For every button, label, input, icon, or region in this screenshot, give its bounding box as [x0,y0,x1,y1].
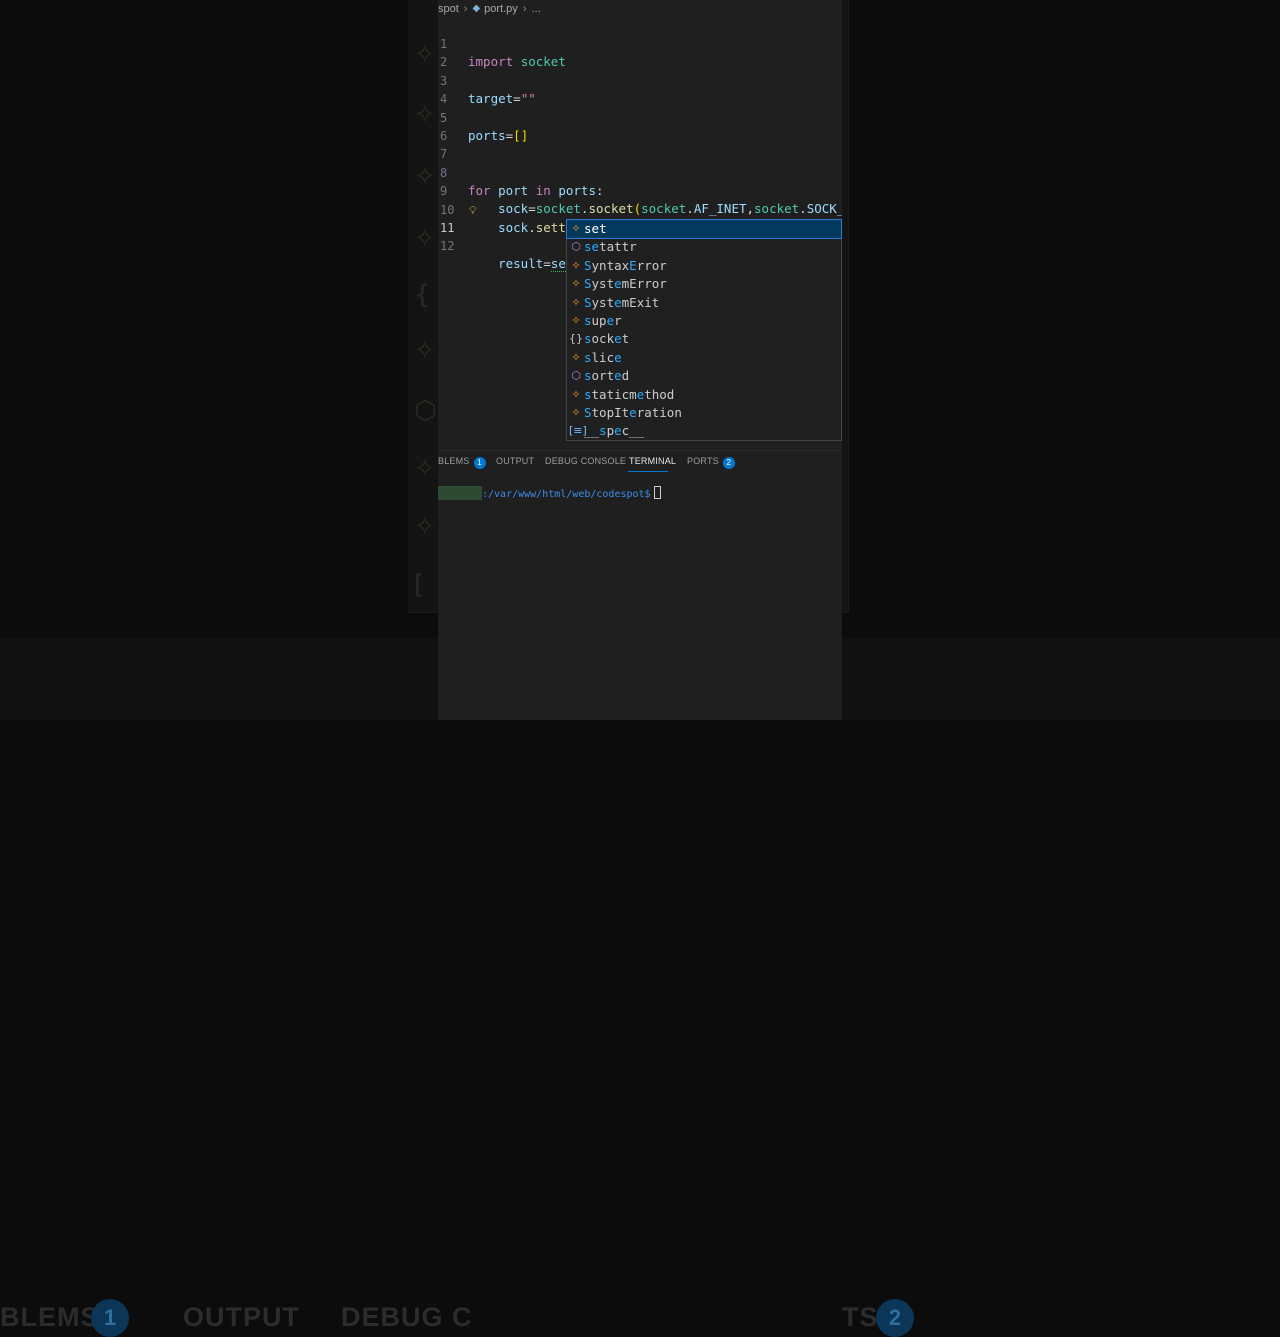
suggestion-label: StopIteration [584,404,682,420]
background-field-icon: [ [414,570,425,600]
suggestion-item-spec[interactable]: [≡] __spec__ [567,422,841,440]
suggestion-label: SyntaxError [584,257,667,273]
suggestion-item-staticmethod[interactable]: ✧ staticmethod [567,386,841,404]
code-line[interactable]: 3 target="" [438,54,842,106]
terminal-user-host [438,486,482,500]
bottom-panel: BLEMS 1 OUTPUT DEBUG CONSOLE TERMINAL POR… [438,450,842,720]
background-tab: OUTPUT [183,1302,300,1332]
background-class-icon: ✧ [414,454,436,484]
suggestion-label: SystemError [584,276,667,292]
code-line[interactable]: 7 [438,127,842,161]
breadcrumb-file[interactable]: port.py [484,3,518,15]
class-icon: ✧ [571,387,581,401]
code-line[interactable]: 10 sock.settimeout(1) [438,183,842,235]
tab-terminal[interactable]: TERMINAL [629,456,676,466]
background-class-icon: ✧ [414,40,436,70]
suggestion-label: staticmethod [584,386,675,402]
breadcrumb: spot › ◆ port.py › ... [438,0,842,17]
tab-output[interactable]: OUTPUT [496,456,534,466]
code-line[interactable]: 4 [438,72,842,106]
suggestion-label: __spec__ [584,423,645,439]
suggestion-label: socket [584,331,630,347]
suggestion-label: setattr [584,239,637,255]
suggestion-label: SystemExit [584,294,660,310]
suggestion-item-sorted[interactable]: ⬡ sorted [567,367,841,385]
background-badge: 2 [876,1299,914,1337]
breadcrumb-ellipsis[interactable]: ... [531,3,540,15]
class-icon: ✧ [571,405,581,419]
background-class-icon: ✧ [414,336,436,366]
problems-badge: 1 [473,457,486,469]
class-icon: ✧ [571,277,581,291]
terminal-path: :/var/www/html/web/codespot$ [482,486,661,502]
background-class-icon: ✧ [414,224,436,254]
suggestion-item-slice[interactable]: ✧ slice [567,349,841,367]
tab-debug-console[interactable]: DEBUG CONSOLE [545,456,626,466]
background-class-icon: ✧ [414,512,436,542]
suggestion-item-stopiteration[interactable]: ✧ StopIteration [567,404,841,422]
line-number: 12 [440,239,455,254]
autocomplete-suggestions: ✧ set ⬡ setattr ✧ SyntaxError ✧ SystemEr… [566,218,842,441]
class-icon: ✧ [571,258,581,272]
active-tab-indicator [628,471,668,472]
suggestion-item-syntaxerror[interactable]: ✧ SyntaxError [567,257,841,275]
suggestion-item-super[interactable]: ✧ super [567,312,841,330]
tab-ports[interactable]: PORTS 2 [687,456,735,469]
background-class-icon: ✧ [414,162,436,192]
code-line[interactable]: 6 [438,109,842,143]
suggestion-item-systemerror[interactable]: ✧ SystemError [567,275,841,293]
code-line[interactable]: 9 sock=socket.socket(socket.AF_INET,sock… [438,164,842,216]
method-icon: ⬡ [571,240,581,254]
background-brace-icon: { [414,280,431,310]
suggestion-item-set[interactable]: ✧ set [566,218,842,240]
tab-problems[interactable]: BLEMS 1 [438,456,486,469]
suggestion-label: set [584,221,607,236]
code-line[interactable]: 1 import socket [438,17,842,69]
panel-tabs: BLEMS 1 OUTPUT DEBUG CONSOLE TERMINAL POR… [438,451,842,475]
code-line[interactable]: 11 💡︎ result=se [438,201,842,272]
code-line[interactable]: 5 ports=[] [438,91,842,143]
code-text: result=se [498,256,566,272]
chevron-right-icon: › [463,2,468,15]
suggestion-item-systemexit[interactable]: ✧ SystemExit [567,294,841,312]
terminal-cursor [653,486,661,499]
code-line[interactable]: 2 [438,35,842,69]
class-icon: ✧ [571,295,581,309]
background-badge: 1 [91,1299,129,1337]
suggestion-label: super [584,312,622,328]
terminal-prompt[interactable]: :/var/www/html/web/codespot$ [438,486,842,500]
python-file-icon: ◆ [472,3,481,14]
ports-badge: 2 [722,457,735,469]
background-class-icon: ✧ [414,100,436,130]
breadcrumb-folder[interactable]: spot [438,3,459,15]
editor-window: spot › ◆ port.py › ... 1 import socket 2… [438,0,842,720]
background-tab: TS [842,1302,879,1332]
suggestion-label: slice [584,349,622,365]
background-tab: DEBUG C [341,1302,473,1332]
chevron-right-icon: › [522,2,527,15]
class-icon: ✧ [571,350,581,364]
lightbulb-icon[interactable]: 💡︎ [469,202,481,217]
suggestion-item-setattr[interactable]: ⬡ setattr [567,238,841,256]
class-icon: ✧ [571,222,581,235]
code-line[interactable]: 8 for port in ports: [438,146,842,198]
background-tab: BLEMS [0,1302,100,1332]
background-cube-icon: ⬡ [414,396,437,426]
suggestion-label: sorted [584,368,630,384]
method-icon: ⬡ [571,369,581,383]
field-icon: [≡] [569,424,587,438]
class-icon: ✧ [571,313,581,327]
suggestion-item-socket[interactable]: {} socket [567,330,841,348]
module-icon: {} [569,332,583,346]
